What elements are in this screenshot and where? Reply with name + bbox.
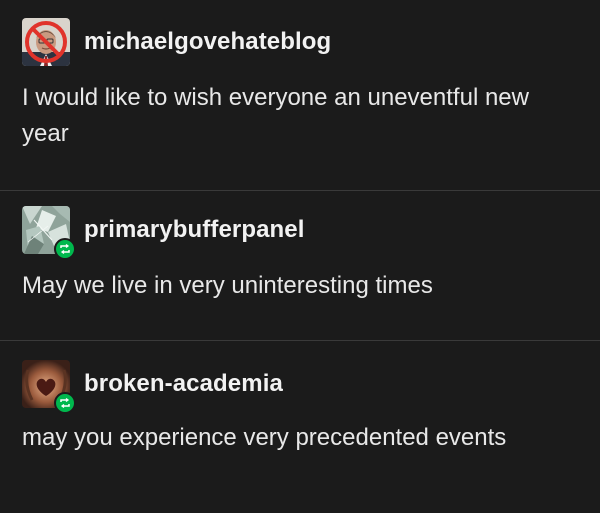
crossed-out-portrait-icon bbox=[22, 18, 70, 66]
reblog-icon bbox=[60, 243, 70, 255]
avatar[interactable] bbox=[22, 360, 76, 414]
avatar[interactable] bbox=[22, 206, 76, 260]
reblog-badge bbox=[54, 392, 76, 414]
username[interactable]: broken-academia bbox=[84, 370, 283, 398]
post-3: broken-academia may you experience very … bbox=[0, 340, 600, 513]
username[interactable]: michaelgovehateblog bbox=[84, 28, 331, 56]
post-header: broken-academia bbox=[22, 360, 283, 414]
post-1: michaelgovehateblog I would like to wish… bbox=[0, 0, 600, 190]
username[interactable]: primarybufferpanel bbox=[84, 216, 305, 244]
avatar[interactable] bbox=[22, 18, 70, 66]
post-text: I would like to wish everyone an unevent… bbox=[22, 84, 529, 147]
post-text: May we live in very uninteresting times bbox=[22, 272, 433, 299]
post-text: may you experience very precedented even… bbox=[22, 424, 507, 451]
post-header: michaelgovehateblog bbox=[22, 18, 331, 66]
post-header: primarybufferpanel bbox=[22, 206, 305, 260]
reblog-badge bbox=[54, 238, 76, 260]
reblog-icon bbox=[60, 397, 70, 409]
post-2: primarybufferpanel May we live in very u… bbox=[0, 190, 600, 340]
post-thread: michaelgovehateblog I would like to wish… bbox=[0, 0, 600, 513]
